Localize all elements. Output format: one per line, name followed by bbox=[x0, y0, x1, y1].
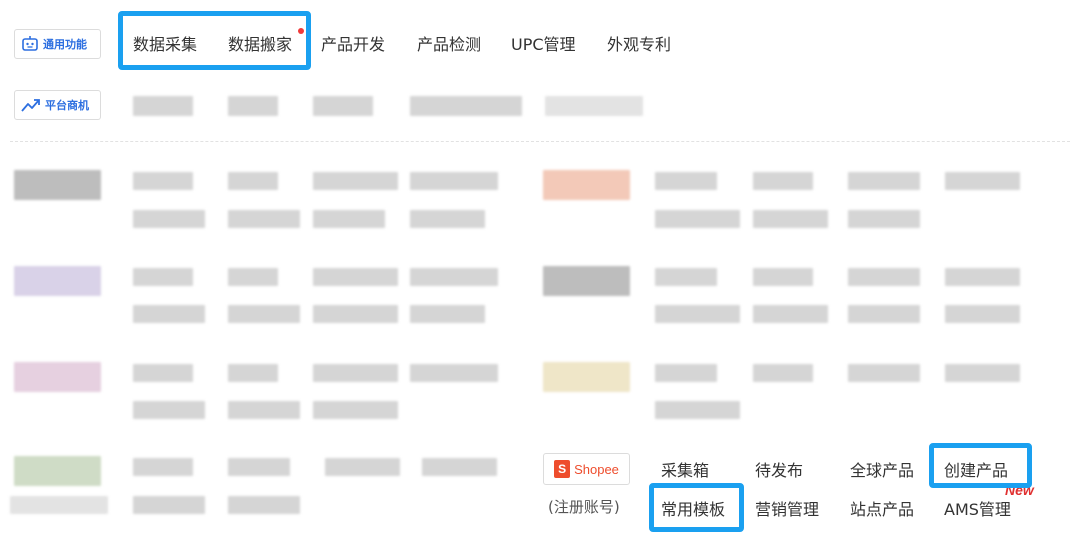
blurred-item bbox=[313, 305, 398, 323]
blurred-item bbox=[410, 210, 485, 228]
blurred-item bbox=[848, 210, 920, 228]
blurred-item bbox=[10, 496, 108, 514]
blurred-item bbox=[655, 268, 717, 286]
blurred-item bbox=[848, 305, 920, 323]
shopee-logo-text: Shopee bbox=[574, 461, 619, 477]
blurred-item bbox=[655, 172, 717, 190]
blurred-item bbox=[228, 305, 300, 323]
link-collection-box[interactable]: 采集箱 bbox=[661, 457, 709, 481]
blurred-item bbox=[410, 305, 485, 323]
blurred-item bbox=[313, 96, 373, 116]
blurred-item bbox=[228, 172, 278, 190]
section-divider bbox=[10, 141, 1070, 142]
blurred-logo bbox=[14, 266, 101, 296]
blurred-item bbox=[422, 458, 497, 476]
blurred-logo bbox=[543, 362, 630, 392]
nav-data-migration[interactable]: 数据搬家 bbox=[228, 31, 292, 55]
blurred-item bbox=[133, 496, 205, 514]
blurred-item bbox=[228, 96, 278, 116]
link-pending-publish[interactable]: 待发布 bbox=[755, 457, 803, 481]
shopee-logo-badge[interactable]: S Shopee bbox=[543, 453, 630, 485]
blurred-logo bbox=[14, 170, 101, 200]
blurred-item bbox=[848, 364, 920, 382]
nav-product-inspection[interactable]: 产品检测 bbox=[417, 31, 481, 55]
blurred-item bbox=[133, 172, 193, 190]
blurred-logo bbox=[14, 456, 101, 486]
blurred-logo bbox=[543, 170, 630, 200]
blurred-item bbox=[313, 210, 385, 228]
blurred-item bbox=[945, 172, 1020, 190]
blurred-item bbox=[133, 458, 193, 476]
platform-opportunity-badge[interactable]: 平台商机 bbox=[14, 90, 101, 120]
blurred-item bbox=[313, 172, 398, 190]
shopee-bag-icon: S bbox=[554, 460, 571, 478]
trend-up-icon bbox=[21, 99, 40, 112]
blurred-item bbox=[410, 96, 522, 116]
nav-design-patent[interactable]: 外观专利 bbox=[607, 31, 671, 55]
nav-product-development[interactable]: 产品开发 bbox=[321, 31, 385, 55]
robot-icon bbox=[22, 36, 38, 51]
blurred-item bbox=[753, 364, 813, 382]
blurred-item bbox=[410, 364, 498, 382]
blurred-item bbox=[753, 305, 828, 323]
blurred-item bbox=[945, 305, 1020, 323]
blurred-item bbox=[313, 401, 398, 419]
blurred-item bbox=[753, 268, 813, 286]
blurred-item bbox=[848, 172, 920, 190]
blurred-item bbox=[945, 268, 1020, 286]
link-create-product[interactable]: 创建产品 bbox=[944, 457, 1008, 481]
blurred-item bbox=[410, 172, 498, 190]
blurred-item bbox=[410, 268, 498, 286]
blurred-item bbox=[848, 268, 920, 286]
register-account-note[interactable]: (注册账号) bbox=[548, 496, 620, 517]
blurred-item bbox=[655, 305, 740, 323]
blurred-item bbox=[133, 401, 205, 419]
blurred-item bbox=[325, 458, 400, 476]
blurred-logo bbox=[543, 266, 630, 296]
link-ams-management[interactable]: AMS管理 bbox=[944, 496, 1011, 520]
new-badge: New bbox=[1005, 482, 1034, 498]
blurred-item bbox=[655, 210, 740, 228]
blurred-item bbox=[133, 364, 193, 382]
link-site-products[interactable]: 站点产品 bbox=[850, 496, 914, 520]
platform-opportunity-label: 平台商机 bbox=[45, 99, 89, 112]
blurred-item bbox=[228, 364, 278, 382]
blurred-item bbox=[655, 401, 740, 419]
blurred-item bbox=[228, 210, 300, 228]
blurred-item bbox=[313, 364, 398, 382]
blurred-item bbox=[945, 364, 1020, 382]
blurred-item bbox=[133, 268, 193, 286]
nav-data-collection[interactable]: 数据采集 bbox=[133, 31, 197, 55]
blurred-item bbox=[133, 96, 193, 116]
general-functions-label: 通用功能 bbox=[43, 38, 87, 51]
blurred-item bbox=[753, 172, 813, 190]
blurred-item bbox=[228, 401, 300, 419]
blurred-logo bbox=[14, 362, 101, 392]
link-global-products[interactable]: 全球产品 bbox=[850, 457, 914, 481]
link-common-templates[interactable]: 常用模板 bbox=[661, 496, 725, 520]
blurred-item bbox=[133, 305, 205, 323]
blurred-item bbox=[655, 364, 717, 382]
link-marketing-management[interactable]: 营销管理 bbox=[755, 496, 819, 520]
blurred-item bbox=[545, 96, 643, 116]
blurred-item bbox=[753, 210, 828, 228]
notification-dot bbox=[298, 28, 304, 34]
blurred-item bbox=[228, 496, 300, 514]
nav-upc-management[interactable]: UPC管理 bbox=[511, 31, 576, 55]
general-functions-badge[interactable]: 通用功能 bbox=[14, 29, 101, 59]
blurred-item bbox=[228, 458, 290, 476]
blurred-item bbox=[133, 210, 205, 228]
blurred-item bbox=[313, 268, 398, 286]
blurred-item bbox=[228, 268, 278, 286]
